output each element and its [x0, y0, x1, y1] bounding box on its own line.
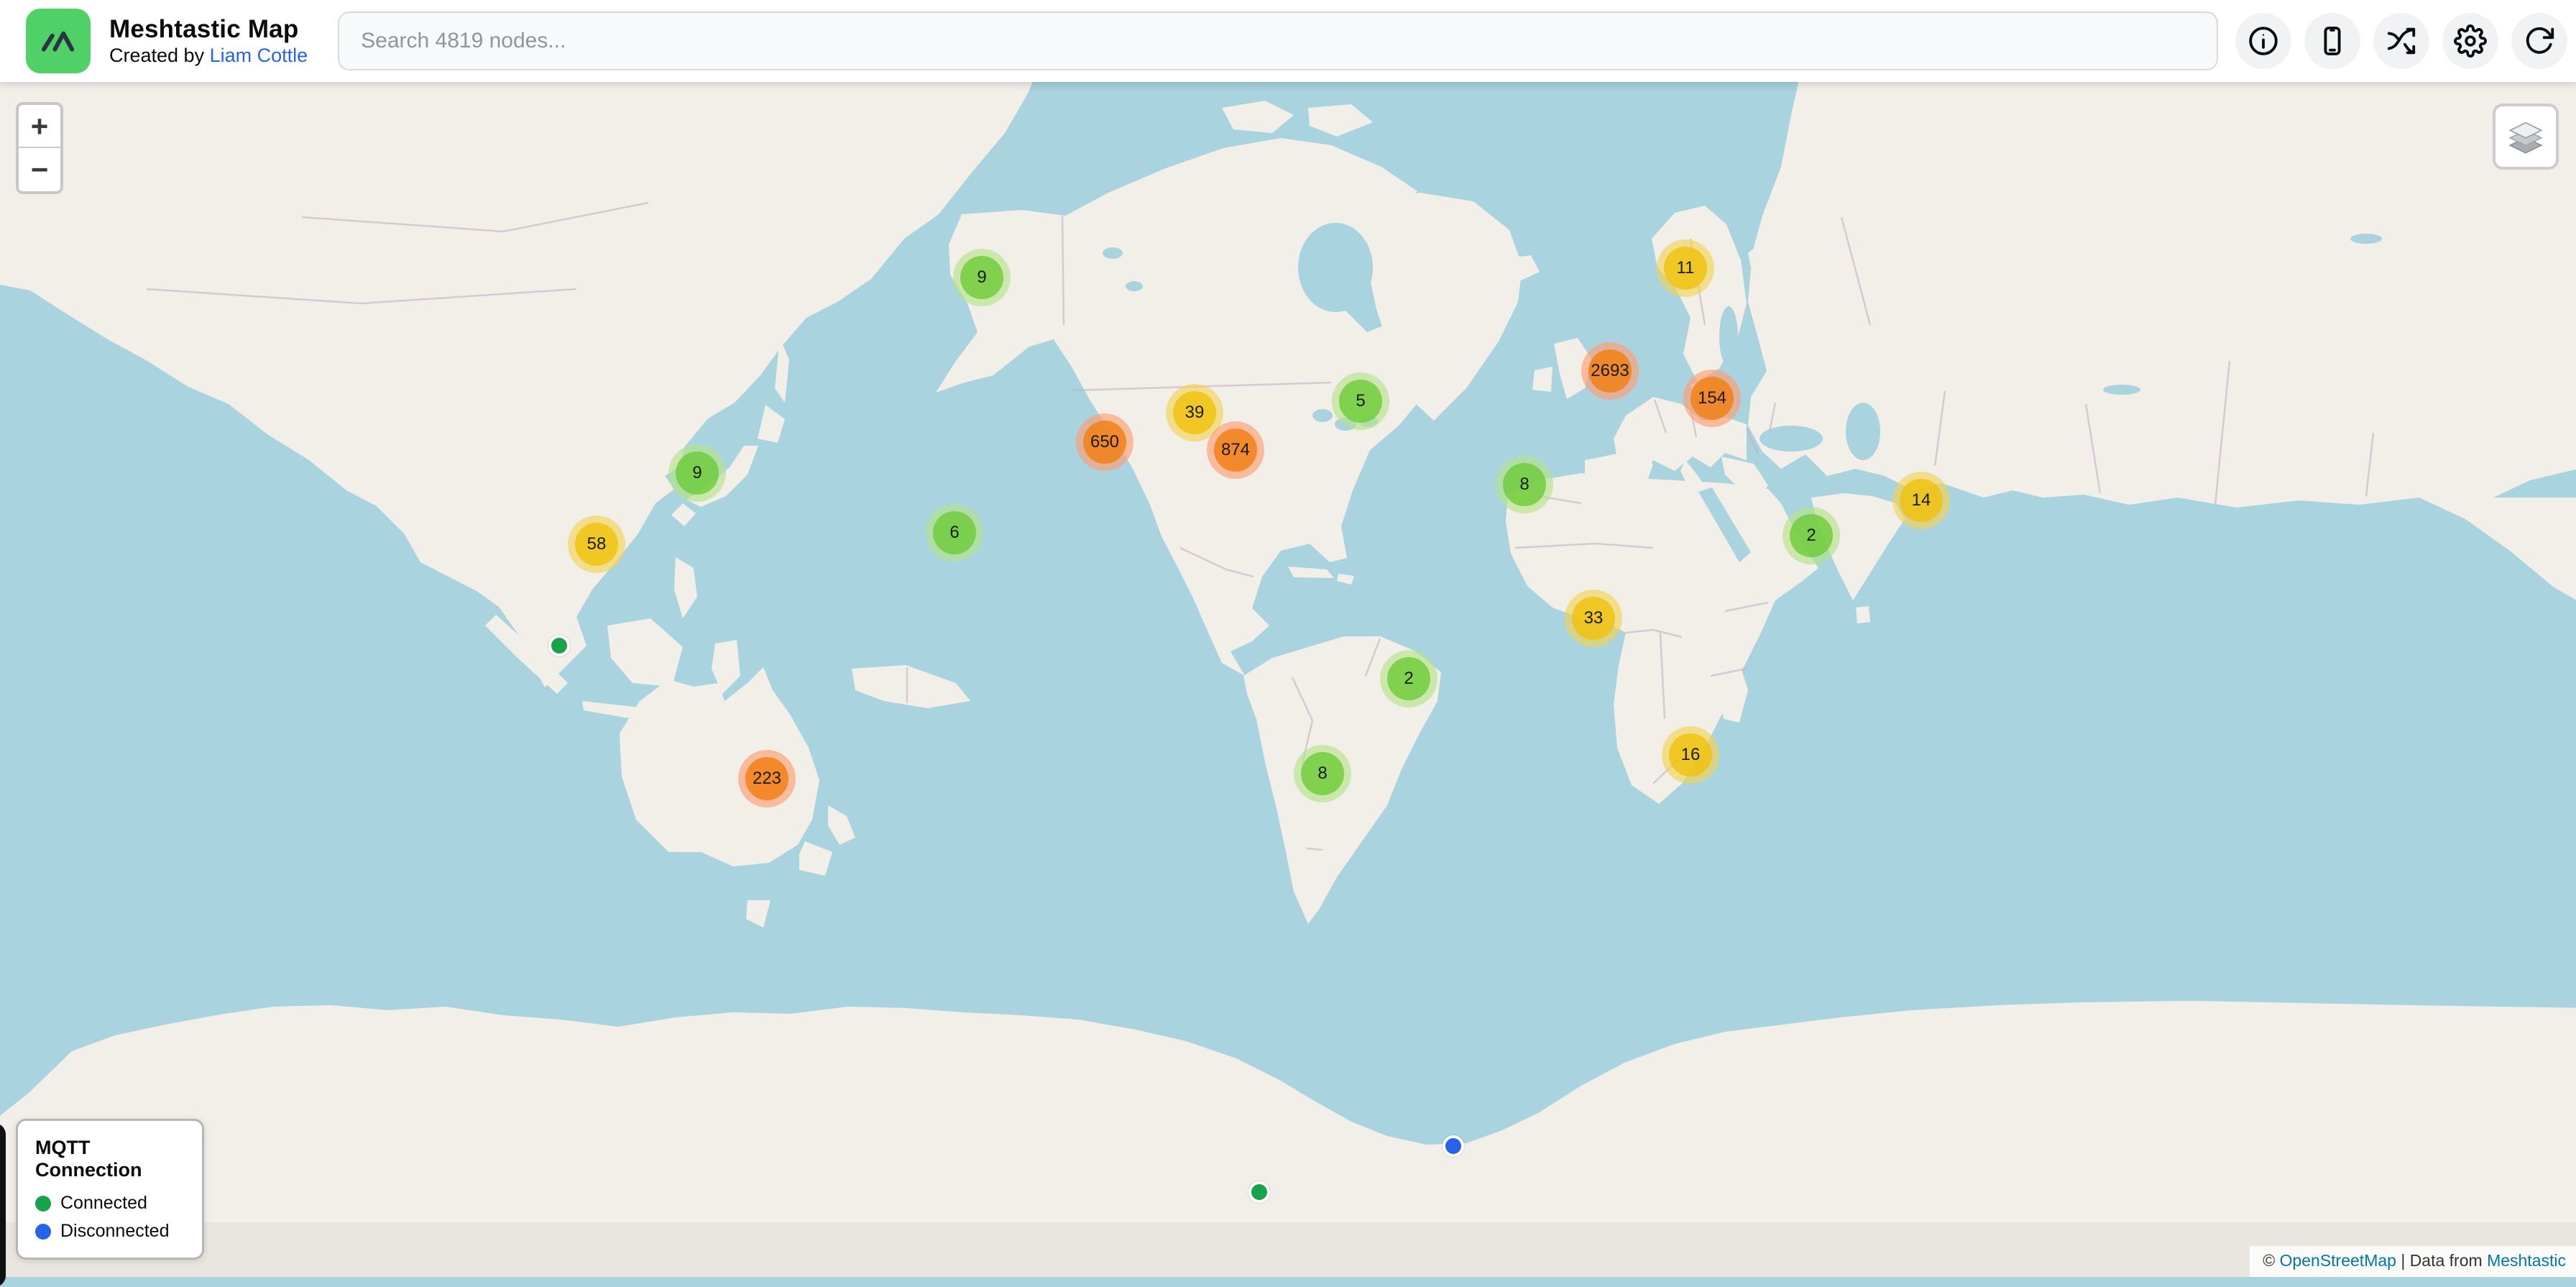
smartphone-icon: [2316, 24, 2349, 58]
refresh-icon: [2523, 24, 2556, 58]
mqtt-legend: MQTT Connection Connected Disconnected: [16, 1119, 204, 1260]
cluster-marker[interactable]: 874: [1207, 421, 1264, 479]
marker-layer: 911269315439650874589145862332223816: [0, 0, 2576, 1277]
settings-icon: [2454, 24, 2487, 58]
cluster-marker[interactable]: 5: [1332, 372, 1389, 430]
brand-block: Meshtastic Map Created by Liam Cottle: [109, 14, 308, 67]
refresh-button[interactable]: [2511, 13, 2567, 69]
routes-button[interactable]: [2373, 13, 2429, 69]
layers-control[interactable]: [2493, 104, 2559, 170]
cluster-marker[interactable]: 58: [568, 516, 625, 573]
zoom-control: + −: [16, 102, 63, 194]
cluster-marker[interactable]: 11: [1657, 239, 1714, 297]
cluster-count: 33: [1572, 597, 1615, 640]
cluster-count: 5: [1339, 380, 1382, 423]
cluster-count: 14: [1900, 479, 1943, 522]
meshtastic-logo-icon: [36, 19, 80, 63]
author-link[interactable]: Liam Cottle: [210, 45, 308, 66]
cluster-marker[interactable]: 8: [1294, 745, 1351, 802]
search-input[interactable]: [338, 12, 2218, 70]
cluster-count: 6: [933, 511, 976, 554]
info-button[interactable]: [2235, 13, 2291, 69]
cluster-count: 9: [676, 452, 719, 495]
legend-item-connected: Connected: [35, 1193, 185, 1214]
cluster-count: 39: [1173, 391, 1216, 434]
map-attribution: © OpenStreetMap | Data from Meshtastic: [2250, 1246, 2576, 1277]
cluster-marker[interactable]: 223: [738, 750, 796, 807]
cluster-count: 11: [1664, 247, 1707, 290]
shuffle-icon: [2385, 24, 2418, 58]
cluster-marker[interactable]: 14: [1892, 472, 1950, 529]
page-title: Meshtastic Map: [109, 14, 308, 44]
zoom-in-button[interactable]: +: [19, 105, 60, 148]
disconnected-dot-icon: [35, 1224, 51, 1240]
app-header: Meshtastic Map Created by Liam Cottle: [0, 0, 2576, 82]
cluster-marker[interactable]: 2: [1782, 507, 1840, 564]
legend-label: Disconnected: [60, 1221, 169, 1242]
mobile-app-button[interactable]: [2304, 13, 2360, 69]
cluster-count: 58: [575, 523, 618, 566]
layers-icon: [2505, 116, 2547, 157]
node-marker-disconnected[interactable]: [1443, 1135, 1464, 1157]
node-marker-connected[interactable]: [1248, 1181, 1270, 1203]
cluster-count: 9: [960, 256, 1003, 299]
cluster-count: 2693: [1588, 349, 1632, 393]
legend-label: Connected: [60, 1193, 147, 1214]
subtitle-prefix: Created by: [109, 45, 210, 66]
cluster-count: 2: [1387, 657, 1430, 700]
cluster-count: 2: [1790, 514, 1833, 557]
cluster-count: 650: [1083, 421, 1126, 464]
cluster-marker[interactable]: 8: [1496, 456, 1553, 513]
info-icon: [2247, 24, 2280, 58]
attribution-separator: | Data from: [2396, 1251, 2487, 1270]
openstreetmap-link[interactable]: OpenStreetMap: [2280, 1251, 2396, 1270]
cluster-count: 8: [1503, 463, 1546, 506]
offscreen-panel-edge: [0, 1123, 6, 1287]
cluster-marker[interactable]: 154: [1683, 370, 1741, 427]
cluster-marker[interactable]: 2: [1380, 650, 1438, 707]
cluster-count: 154: [1690, 377, 1734, 420]
meshtastic-logo: [26, 9, 91, 73]
cluster-count: 16: [1669, 733, 1712, 777]
cluster-marker[interactable]: 9: [953, 249, 1011, 306]
cluster-count: 8: [1301, 752, 1344, 795]
cluster-marker[interactable]: 16: [1662, 726, 1719, 784]
legend-title: MQTT Connection: [35, 1137, 185, 1181]
cluster-count: 874: [1214, 429, 1257, 472]
zoom-out-button[interactable]: −: [19, 148, 60, 191]
page-subtitle: Created by Liam Cottle: [109, 45, 308, 68]
header-buttons: [2235, 13, 2567, 69]
node-marker-connected[interactable]: [548, 635, 570, 656]
legend-item-disconnected: Disconnected: [35, 1221, 185, 1242]
cluster-marker[interactable]: 650: [1076, 413, 1133, 471]
cluster-marker[interactable]: 2693: [1581, 342, 1639, 400]
meshtastic-link[interactable]: Meshtastic: [2487, 1251, 2566, 1270]
cluster-marker[interactable]: 33: [1565, 590, 1622, 647]
settings-button[interactable]: [2442, 13, 2498, 69]
world-map[interactable]: 911269315439650874589145862332223816 + −…: [0, 0, 2576, 1277]
cluster-marker[interactable]: 9: [668, 444, 726, 502]
cluster-marker[interactable]: 6: [926, 504, 983, 562]
copyright-text: ©: [2263, 1251, 2279, 1270]
cluster-count: 223: [745, 757, 788, 800]
connected-dot-icon: [35, 1196, 51, 1212]
